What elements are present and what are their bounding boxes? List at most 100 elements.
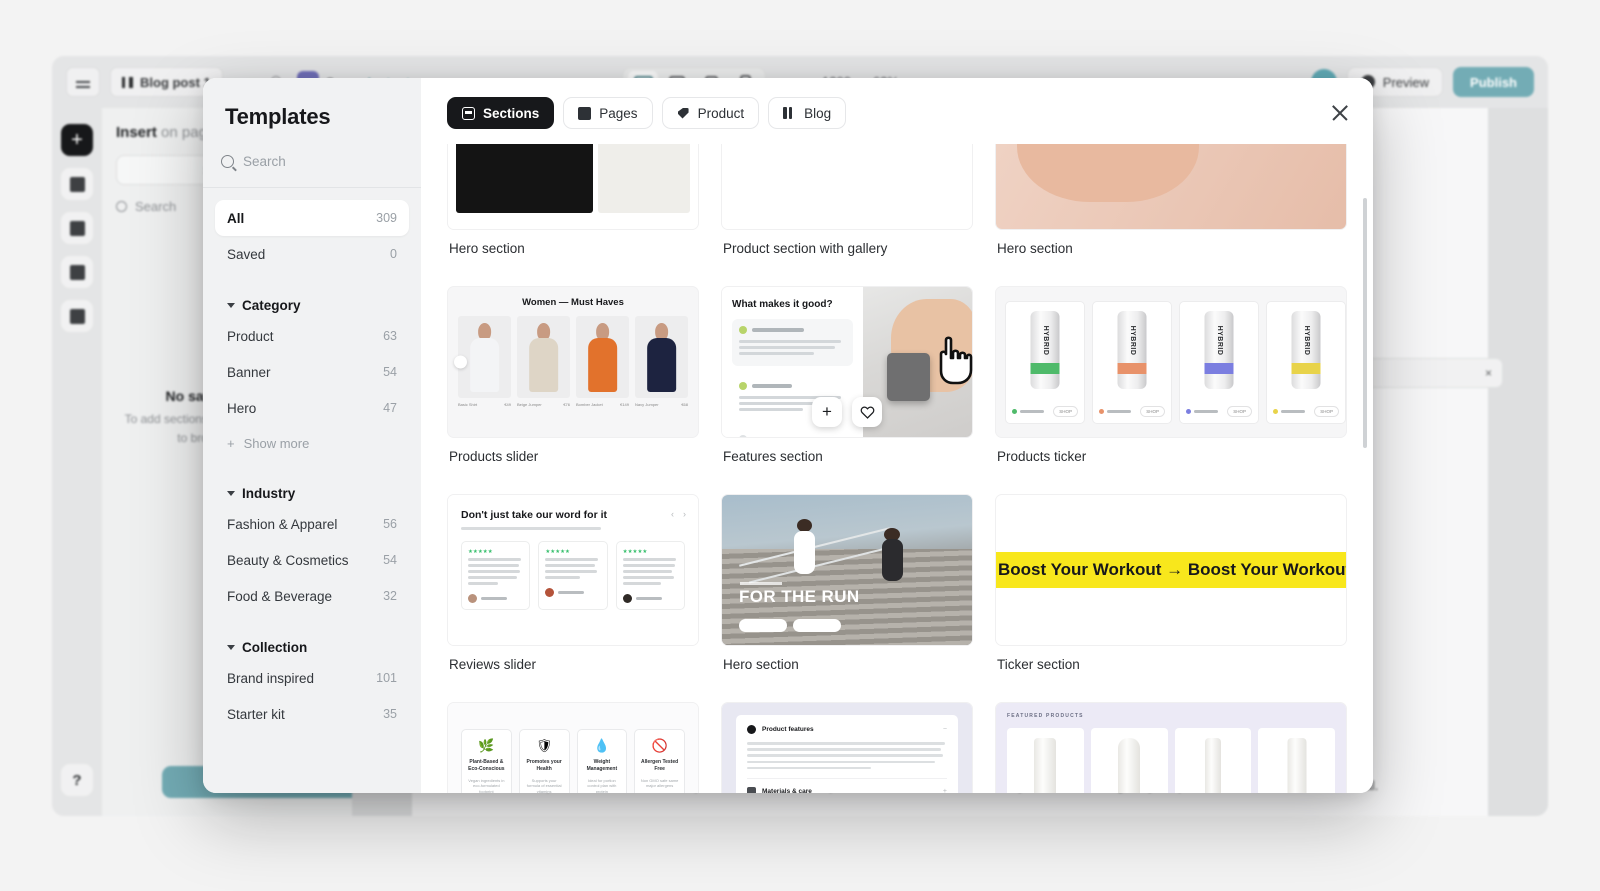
search-icon [116, 201, 127, 212]
template-hover-actions: + [812, 397, 882, 427]
templates-modal: Templates ⌘F All 309 Saved 0 [203, 78, 1373, 793]
favorite-button[interactable] [852, 397, 882, 427]
search-input[interactable] [243, 154, 420, 169]
filter-item-all[interactable]: All 309 [215, 200, 409, 236]
grid-scrollbar[interactable] [1363, 198, 1367, 448]
tab-product[interactable]: Product [661, 97, 760, 129]
template-type-tabs: Sections Pages Product Blog [421, 78, 1373, 129]
check-icon [739, 435, 747, 437]
filter-item-food-beverage[interactable]: Food & Beverage 32 [215, 578, 409, 614]
preview-label: Preview [1382, 74, 1430, 90]
templates-main: Sections Pages Product Blog Hero section… [421, 78, 1373, 793]
template-caption: Reviews slider [449, 657, 537, 672]
template-card[interactable]: Don't just take our word for it ★★★★★ ★★… [447, 494, 699, 688]
template-thumbnail[interactable]: NEW COLLECTION [995, 144, 1347, 230]
template-thumbnail[interactable]: Product features − Materials & care + Sh… [721, 702, 973, 793]
sections-icon [462, 106, 475, 120]
template-card[interactable]: NEW COLLECTION Hero section [995, 144, 1347, 272]
templates-grid-scroll[interactable]: ALL PRODUCTS Hero section Product sectio… [421, 144, 1373, 793]
template-card[interactable]: HYBRID SHOP HYBRID SHOP HYBRID SHOP HYBR… [995, 286, 1347, 480]
thumb-heading: FOR THE RUN [739, 587, 860, 606]
filter-group-category[interactable]: Category [215, 292, 409, 318]
template-caption: Hero section [997, 241, 1073, 256]
hamburger-icon[interactable] [66, 67, 100, 97]
check-icon [739, 326, 747, 334]
show-more-category[interactable]: + Show more [215, 426, 409, 460]
drop-icon: 💧 [593, 738, 610, 753]
help-icon[interactable]: ? [61, 764, 93, 796]
template-thumbnail[interactable]: HYBRID SHOP HYBRID SHOP HYBRID SHOP HYBR… [995, 286, 1347, 438]
filter-list: All 309 Saved 0 Category Product 63 Bann… [203, 188, 421, 793]
template-caption: Products slider [449, 449, 539, 464]
screen: Blog post 1 Sam Instant 1200 62% [0, 0, 1600, 891]
expand-icon[interactable]: + [943, 788, 947, 793]
tab-blog[interactable]: Blog [768, 97, 847, 129]
template-card[interactable]: FEATURED PRODUCTS [995, 702, 1347, 793]
template-card-features-section[interactable]: What makes it good? + Features section [721, 286, 973, 480]
template-card[interactable]: Product features − Materials & care + Sh… [721, 702, 973, 793]
chevron-down-icon [227, 644, 235, 650]
templates-grid: ALL PRODUCTS Hero section Product sectio… [447, 144, 1347, 793]
filter-item-hero[interactable]: Hero 47 [215, 390, 409, 426]
template-thumbnail[interactable]: FEATURED PRODUCTS [995, 702, 1347, 793]
blog-icon [783, 107, 796, 120]
filter-item-starter-kit[interactable]: Starter kit 35 [215, 696, 409, 732]
publish-button[interactable]: Publish [1453, 67, 1534, 97]
close-icon[interactable] [1329, 102, 1351, 124]
template-thumbnail[interactable]: FOR THE RUN [721, 494, 973, 646]
filter-item-product[interactable]: Product 63 [215, 318, 409, 354]
filter-group-collection[interactable]: Collection [215, 634, 409, 660]
thumb-heading: What makes it good? [732, 299, 833, 310]
reviews-nav[interactable]: ‹ › [671, 509, 686, 519]
template-caption: Hero section [723, 657, 799, 672]
pages-icon[interactable] [61, 212, 93, 244]
search-icon [221, 155, 234, 168]
tab-pages[interactable]: Pages [563, 97, 653, 129]
template-thumbnail[interactable]: ALL PRODUCTS [447, 144, 699, 230]
template-card[interactable]: FOR THE RUN Hero section [721, 494, 973, 688]
template-card[interactable]: ALL PRODUCTS Hero section [447, 144, 699, 272]
thumb-eyebrow: FEATURED PRODUCTS [1007, 713, 1084, 719]
leaf-icon: 🌿 [478, 738, 495, 753]
filter-item-beauty-cosmetics[interactable]: Beauty & Cosmetics 54 [215, 542, 409, 578]
template-caption: Product section with gallery [723, 241, 888, 256]
document-name: Blog post 1 [140, 74, 211, 90]
template-card[interactable]: 🌿 Plant-Based & Eco-Conscious Vegan ingr… [447, 702, 699, 793]
template-thumbnail[interactable] [721, 144, 973, 230]
no-icon: 🚫 [651, 738, 668, 753]
tab-sections[interactable]: Sections [447, 97, 555, 129]
template-thumbnail[interactable]: 🌿 Plant-Based & Eco-Conscious Vegan ingr… [447, 702, 699, 793]
template-thumbnail[interactable]: What makes it good? + [721, 286, 973, 438]
filter-item-brand-inspired[interactable]: Brand inspired 101 [215, 660, 409, 696]
template-caption: Features section [723, 449, 823, 464]
insert-search-placeholder: Search [135, 199, 177, 214]
check-icon [739, 382, 747, 390]
assets-icon[interactable] [61, 300, 93, 332]
slider-prev-icon[interactable] [454, 355, 467, 369]
add-icon[interactable]: + [61, 124, 93, 156]
sections-icon[interactable] [61, 256, 93, 288]
template-thumbnail[interactable]: Don't just take our word for it ★★★★★ ★★… [447, 494, 699, 646]
ticker-text: Boost Your Workout → Boost Your Workout [998, 560, 1347, 579]
templates-search[interactable]: ⌘F [203, 152, 465, 188]
publish-label: Publish [1470, 74, 1517, 90]
collapse-icon[interactable]: − [943, 726, 947, 733]
left-rail: + ? [52, 108, 102, 816]
template-thumbnail[interactable]: Women — Must Haves Basic Shirt €49 Beige … [447, 286, 699, 438]
template-card[interactable]: Boost Your Workout → Boost Your Workout … [995, 494, 1347, 688]
modal-title: Templates [225, 104, 331, 129]
template-caption: Hero section [449, 241, 525, 256]
filter-group-industry[interactable]: Industry [215, 480, 409, 506]
color-clear-icon[interactable]: × [1485, 366, 1492, 380]
materials-icon [747, 787, 756, 793]
filter-item-saved[interactable]: Saved 0 [215, 236, 409, 272]
add-template-button[interactable]: + [812, 397, 842, 427]
template-thumbnail[interactable]: Boost Your Workout → Boost Your Workout [995, 494, 1347, 646]
templates-sidebar: Templates ⌘F All 309 Saved 0 [203, 78, 465, 793]
filter-item-banner[interactable]: Banner 54 [215, 354, 409, 390]
shield-icon: 🛡 [535, 738, 553, 753]
template-card[interactable]: Product section with gallery [721, 144, 973, 272]
filter-item-fashion-apparel[interactable]: Fashion & Apparel 56 [215, 506, 409, 542]
template-card[interactable]: Women — Must Haves Basic Shirt €49 Beige … [447, 286, 699, 480]
layers-icon[interactable] [61, 168, 93, 200]
